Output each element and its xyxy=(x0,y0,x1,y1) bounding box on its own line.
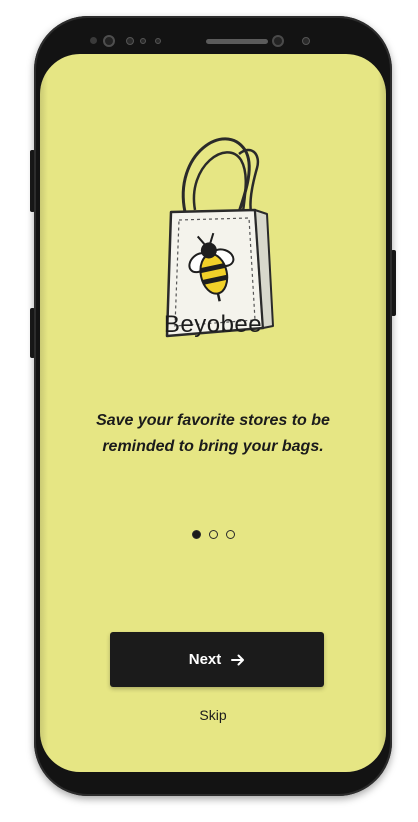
sensor-dot xyxy=(140,38,146,44)
phone-top-bezel xyxy=(34,16,392,56)
front-camera xyxy=(103,35,115,47)
page-indicator xyxy=(40,530,386,539)
phone-frame: Beyobee Save your favorite stores to be … xyxy=(34,16,392,796)
iris-scanner xyxy=(272,35,284,47)
app-screen: Beyobee Save your favorite stores to be … xyxy=(40,54,386,772)
onboarding-message: Save your favorite stores to be reminded… xyxy=(96,412,330,455)
brand-name: Beyobee xyxy=(163,311,263,338)
arrow-right-icon xyxy=(231,654,245,665)
sensor-dot xyxy=(155,38,161,44)
earpiece-speaker xyxy=(206,39,268,44)
page-dot-3[interactable] xyxy=(225,530,235,539)
skip-link[interactable]: Skip xyxy=(40,707,386,723)
sensor-dot xyxy=(302,37,310,45)
sensor-dot xyxy=(126,37,134,45)
next-button[interactable]: Next xyxy=(110,632,324,687)
page-dot-1[interactable] xyxy=(191,530,201,539)
next-button-label: Next xyxy=(188,651,222,668)
sensor-dot xyxy=(90,37,97,44)
page-dot-2[interactable] xyxy=(208,530,218,539)
